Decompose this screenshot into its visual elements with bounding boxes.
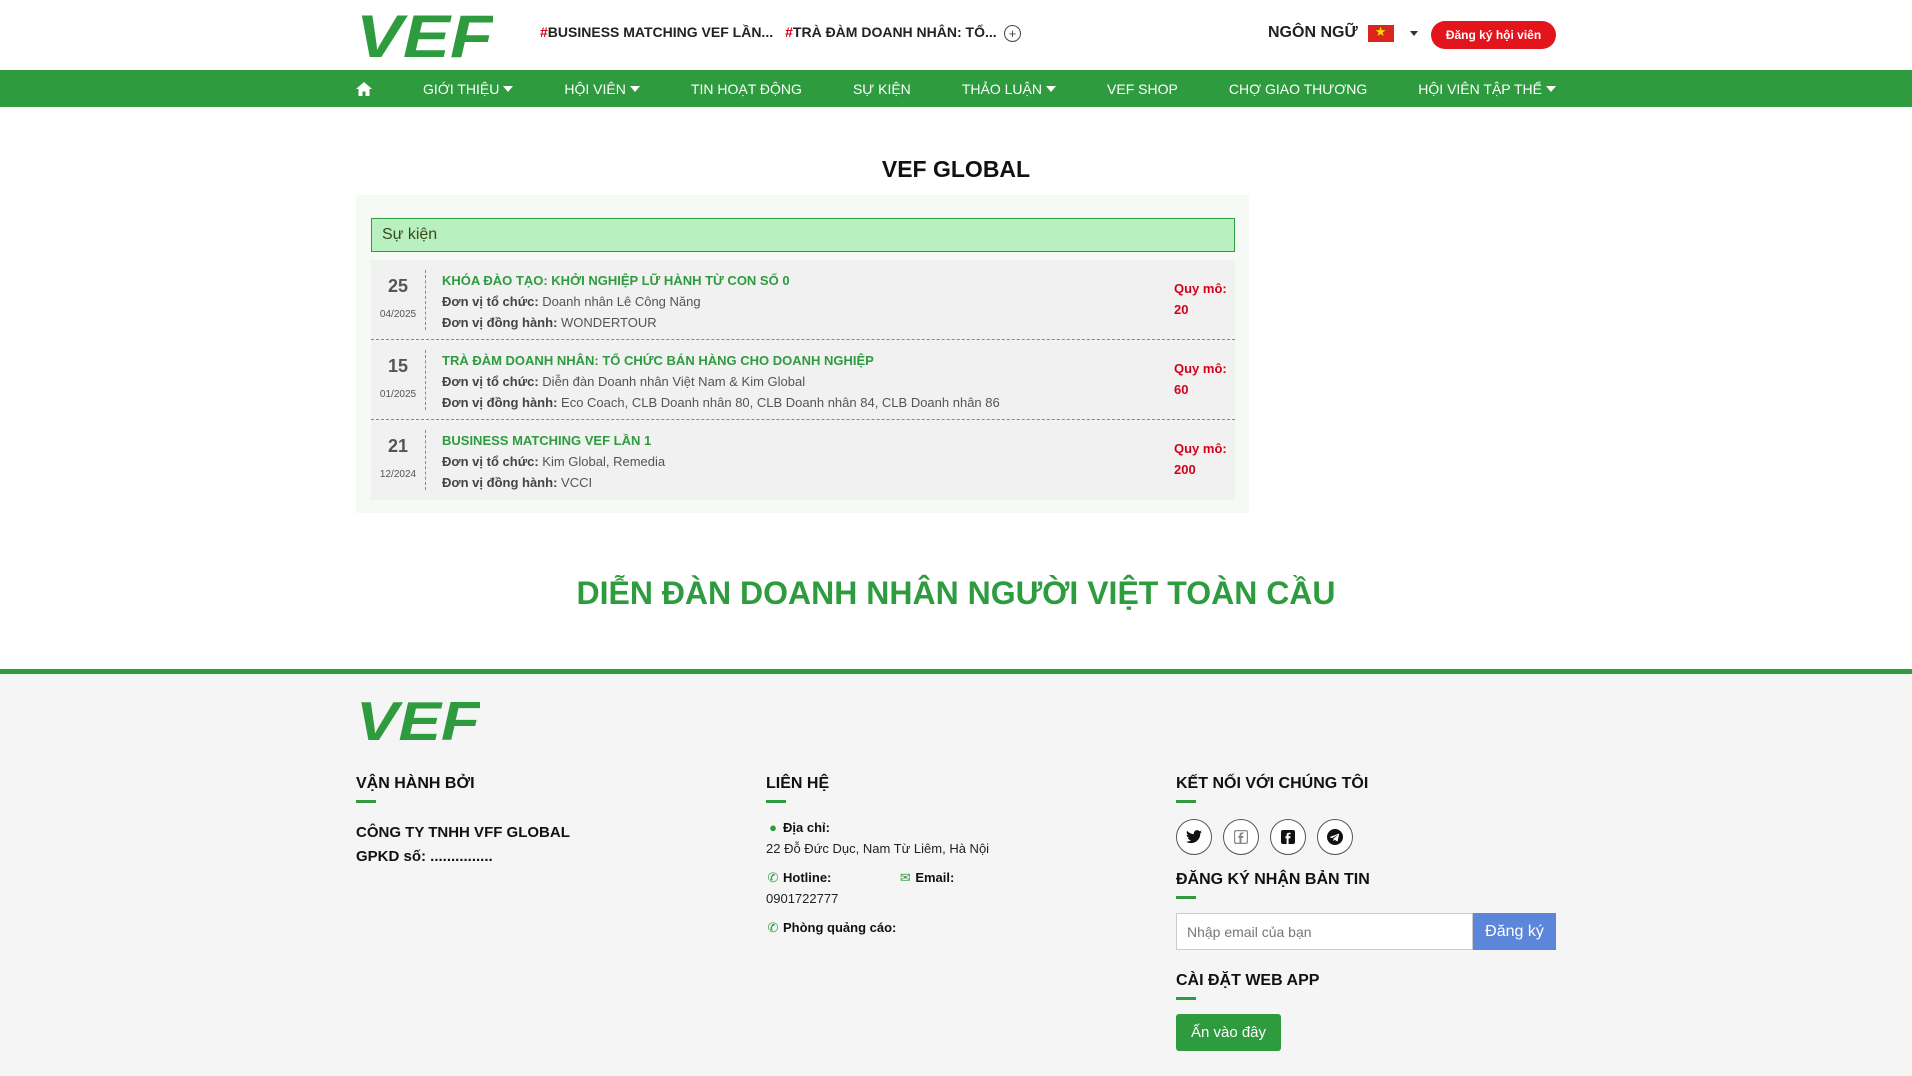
- event-organizer: Đơn vị tổ chức: Doanh nhân Lê Công Năng: [442, 294, 701, 309]
- facebook-icon[interactable]: [1270, 819, 1306, 855]
- hotline-number[interactable]: 0901722777: [766, 888, 838, 909]
- news-ticker: #BUSINESS MATCHING VEF LẦN... #TRÀ ĐÀM D…: [540, 24, 997, 40]
- vietnam-flag-icon: [1367, 24, 1394, 42]
- event-row[interactable]: 25 04/2025 KHÓA ĐÀO TẠO: KHỞI NGHIỆP LỮ …: [371, 260, 1235, 340]
- site-footer: VEF VẬN HÀNH BỞI CÔNG TY TNHH VFF GLOBAL…: [0, 669, 1912, 1076]
- footer-vef-logo[interactable]: VEF: [356, 690, 482, 752]
- event-organizer: Đơn vị tổ chức: Kim Global, Remedia: [442, 454, 666, 469]
- event-partner: Đơn vị đồng hành: Eco Coach, CLB Doanh n…: [442, 395, 1000, 410]
- facebook-square-icon[interactable]: [1223, 819, 1259, 855]
- vef-logo[interactable]: VEF: [356, 10, 493, 60]
- register-member-button[interactable]: Đăng ký hội viên: [1431, 21, 1556, 49]
- nav-item-tin-hoat-dong[interactable]: TIN HOẠT ĐỘNG: [691, 81, 802, 97]
- event-partner: Đơn vị đồng hành: WONDERTOUR: [442, 315, 657, 330]
- telegram-icon[interactable]: [1317, 819, 1353, 855]
- nav-item-gioi-thieu[interactable]: GIỚI THIỆU: [423, 81, 514, 97]
- site-header: VEF #BUSINESS MATCHING VEF LẦN... #TRÀ Đ…: [0, 0, 1912, 70]
- caret-down-icon: [1045, 85, 1056, 92]
- event-scale: Quy mô: 60: [1174, 361, 1227, 397]
- footer-operated-by: VẬN HÀNH BỞI CÔNG TY TNHH VFF GLOBAL GPK…: [356, 775, 570, 869]
- slogan: DIỄN ĐÀN DOANH NHÂN NGƯỜI VIỆT TOÀN CẦU: [576, 575, 1336, 611]
- newsletter-heading: ĐĂNG KÝ NHẬN BẢN TIN: [1176, 871, 1556, 899]
- map-pin-icon: ●: [769, 820, 777, 835]
- nav-item-cho-giao-thuong[interactable]: CHỢ GIAO THƯƠNG: [1229, 81, 1367, 97]
- operated-heading: VẬN HÀNH BỞI: [356, 775, 570, 803]
- newsletter-form: Đăng ký: [1176, 913, 1556, 950]
- event-organizer: Đơn vị tổ chức: Diễn đàn Doanh nhân Việt…: [442, 374, 806, 389]
- nav-item-hoi-vien[interactable]: HỘI VIÊN: [564, 81, 640, 97]
- event-scale: Quy mô: 200: [1174, 441, 1227, 477]
- event-scale: Quy mô: 20: [1174, 281, 1227, 317]
- nav-item-vef-shop[interactable]: VEF SHOP: [1107, 81, 1178, 97]
- svg-text:VEF: VEF: [356, 10, 493, 60]
- envelope-icon: ✉: [899, 870, 911, 885]
- ticker-item[interactable]: #BUSINESS MATCHING VEF LẦN...: [540, 24, 773, 40]
- phone-icon: ✆: [767, 920, 779, 935]
- page-title: VEF GLOBAL: [881, 156, 1031, 182]
- twitter-icon[interactable]: [1176, 819, 1212, 855]
- event-title[interactable]: BUSINESS MATCHING VEF LẦN 1: [442, 430, 1142, 451]
- caret-down-icon: [1546, 85, 1556, 92]
- address-text: 22 Đỗ Đức Dục, Nam Từ Liêm, Hà Nội: [766, 841, 990, 856]
- events-list: 25 04/2025 KHÓA ĐÀO TẠO: KHỞI NGHIỆP LỮ …: [371, 260, 1235, 500]
- connect-heading: KẾT NỐI VỚI CHÚNG TÔI: [1176, 775, 1556, 803]
- events-panel: Sự kiện 25 04/2025 KHÓA ĐÀO TẠO: KHỞI NG…: [356, 195, 1249, 513]
- company-name: CÔNG TY TNHH VFF GLOBAL: [356, 824, 570, 841]
- main-nav: GIỚI THIỆU HỘI VIÊN TIN HOẠT ĐỘNG SỰ KIỆ…: [0, 70, 1912, 107]
- ticker-item[interactable]: #TRÀ ĐÀM DOANH NHÂN: TỔ...: [785, 24, 997, 40]
- caret-down-icon: [1409, 30, 1418, 36]
- events-header: Sự kiện: [371, 218, 1235, 252]
- caret-down-icon: [503, 85, 514, 92]
- nav-item-thao-luan[interactable]: THẢO LUẬN: [962, 81, 1056, 97]
- event-title[interactable]: KHÓA ĐÀO TẠO: KHỞI NGHIỆP LỮ HÀNH TỪ CON…: [442, 270, 1142, 291]
- event-row[interactable]: 15 01/2025 TRÀ ĐÀM DOANH NHÂN: TỔ CHỨC B…: [371, 340, 1235, 420]
- event-date: 25 04/2025: [371, 270, 426, 330]
- home-icon[interactable]: [356, 81, 372, 96]
- caret-down-icon: [629, 85, 640, 92]
- event-date: 15 01/2025: [371, 350, 426, 410]
- install-webapp-button[interactable]: Ấn vào đây: [1176, 1014, 1281, 1051]
- webapp-heading: CÀI ĐẶT WEB APP: [1176, 972, 1556, 1000]
- phone-icon: ✆: [767, 870, 779, 885]
- event-row[interactable]: 21 12/2024 BUSINESS MATCHING VEF LẦN 1 Đ…: [371, 420, 1235, 500]
- contact-heading: LIÊN HỆ: [766, 775, 989, 803]
- language-selector[interactable]: NGÔN NGỮ: [1268, 24, 1418, 42]
- nav-item-hoi-vien-tap-the[interactable]: HỘI VIÊN TẬP THỂ: [1418, 81, 1556, 97]
- footer-contact: LIÊN HỆ ● Địa chỉ: 22 Đỗ Đức Dục, Nam Từ …: [766, 775, 989, 938]
- newsletter-email-input[interactable]: [1176, 913, 1473, 950]
- business-license: GPKD số: ...............: [356, 848, 493, 865]
- event-partner: Đơn vị đồng hành: VCCI: [442, 475, 593, 490]
- language-label: NGÔN NGỮ: [1268, 24, 1358, 41]
- plus-circle-icon[interactable]: +: [1004, 25, 1021, 42]
- subscribe-button[interactable]: Đăng ký: [1473, 913, 1556, 950]
- footer-connect: KẾT NỐI VỚI CHÚNG TÔI ĐĂNG KÝ NHẬN BẢN T…: [1176, 775, 1556, 1051]
- nav-item-su-kien[interactable]: SỰ KIỆN: [853, 81, 911, 97]
- svg-text:VEF: VEF: [356, 697, 480, 743]
- event-date: 21 12/2024: [371, 430, 426, 490]
- event-title[interactable]: TRÀ ĐÀM DOANH NHÂN: TỔ CHỨC BÁN HÀNG CHO…: [442, 350, 1142, 371]
